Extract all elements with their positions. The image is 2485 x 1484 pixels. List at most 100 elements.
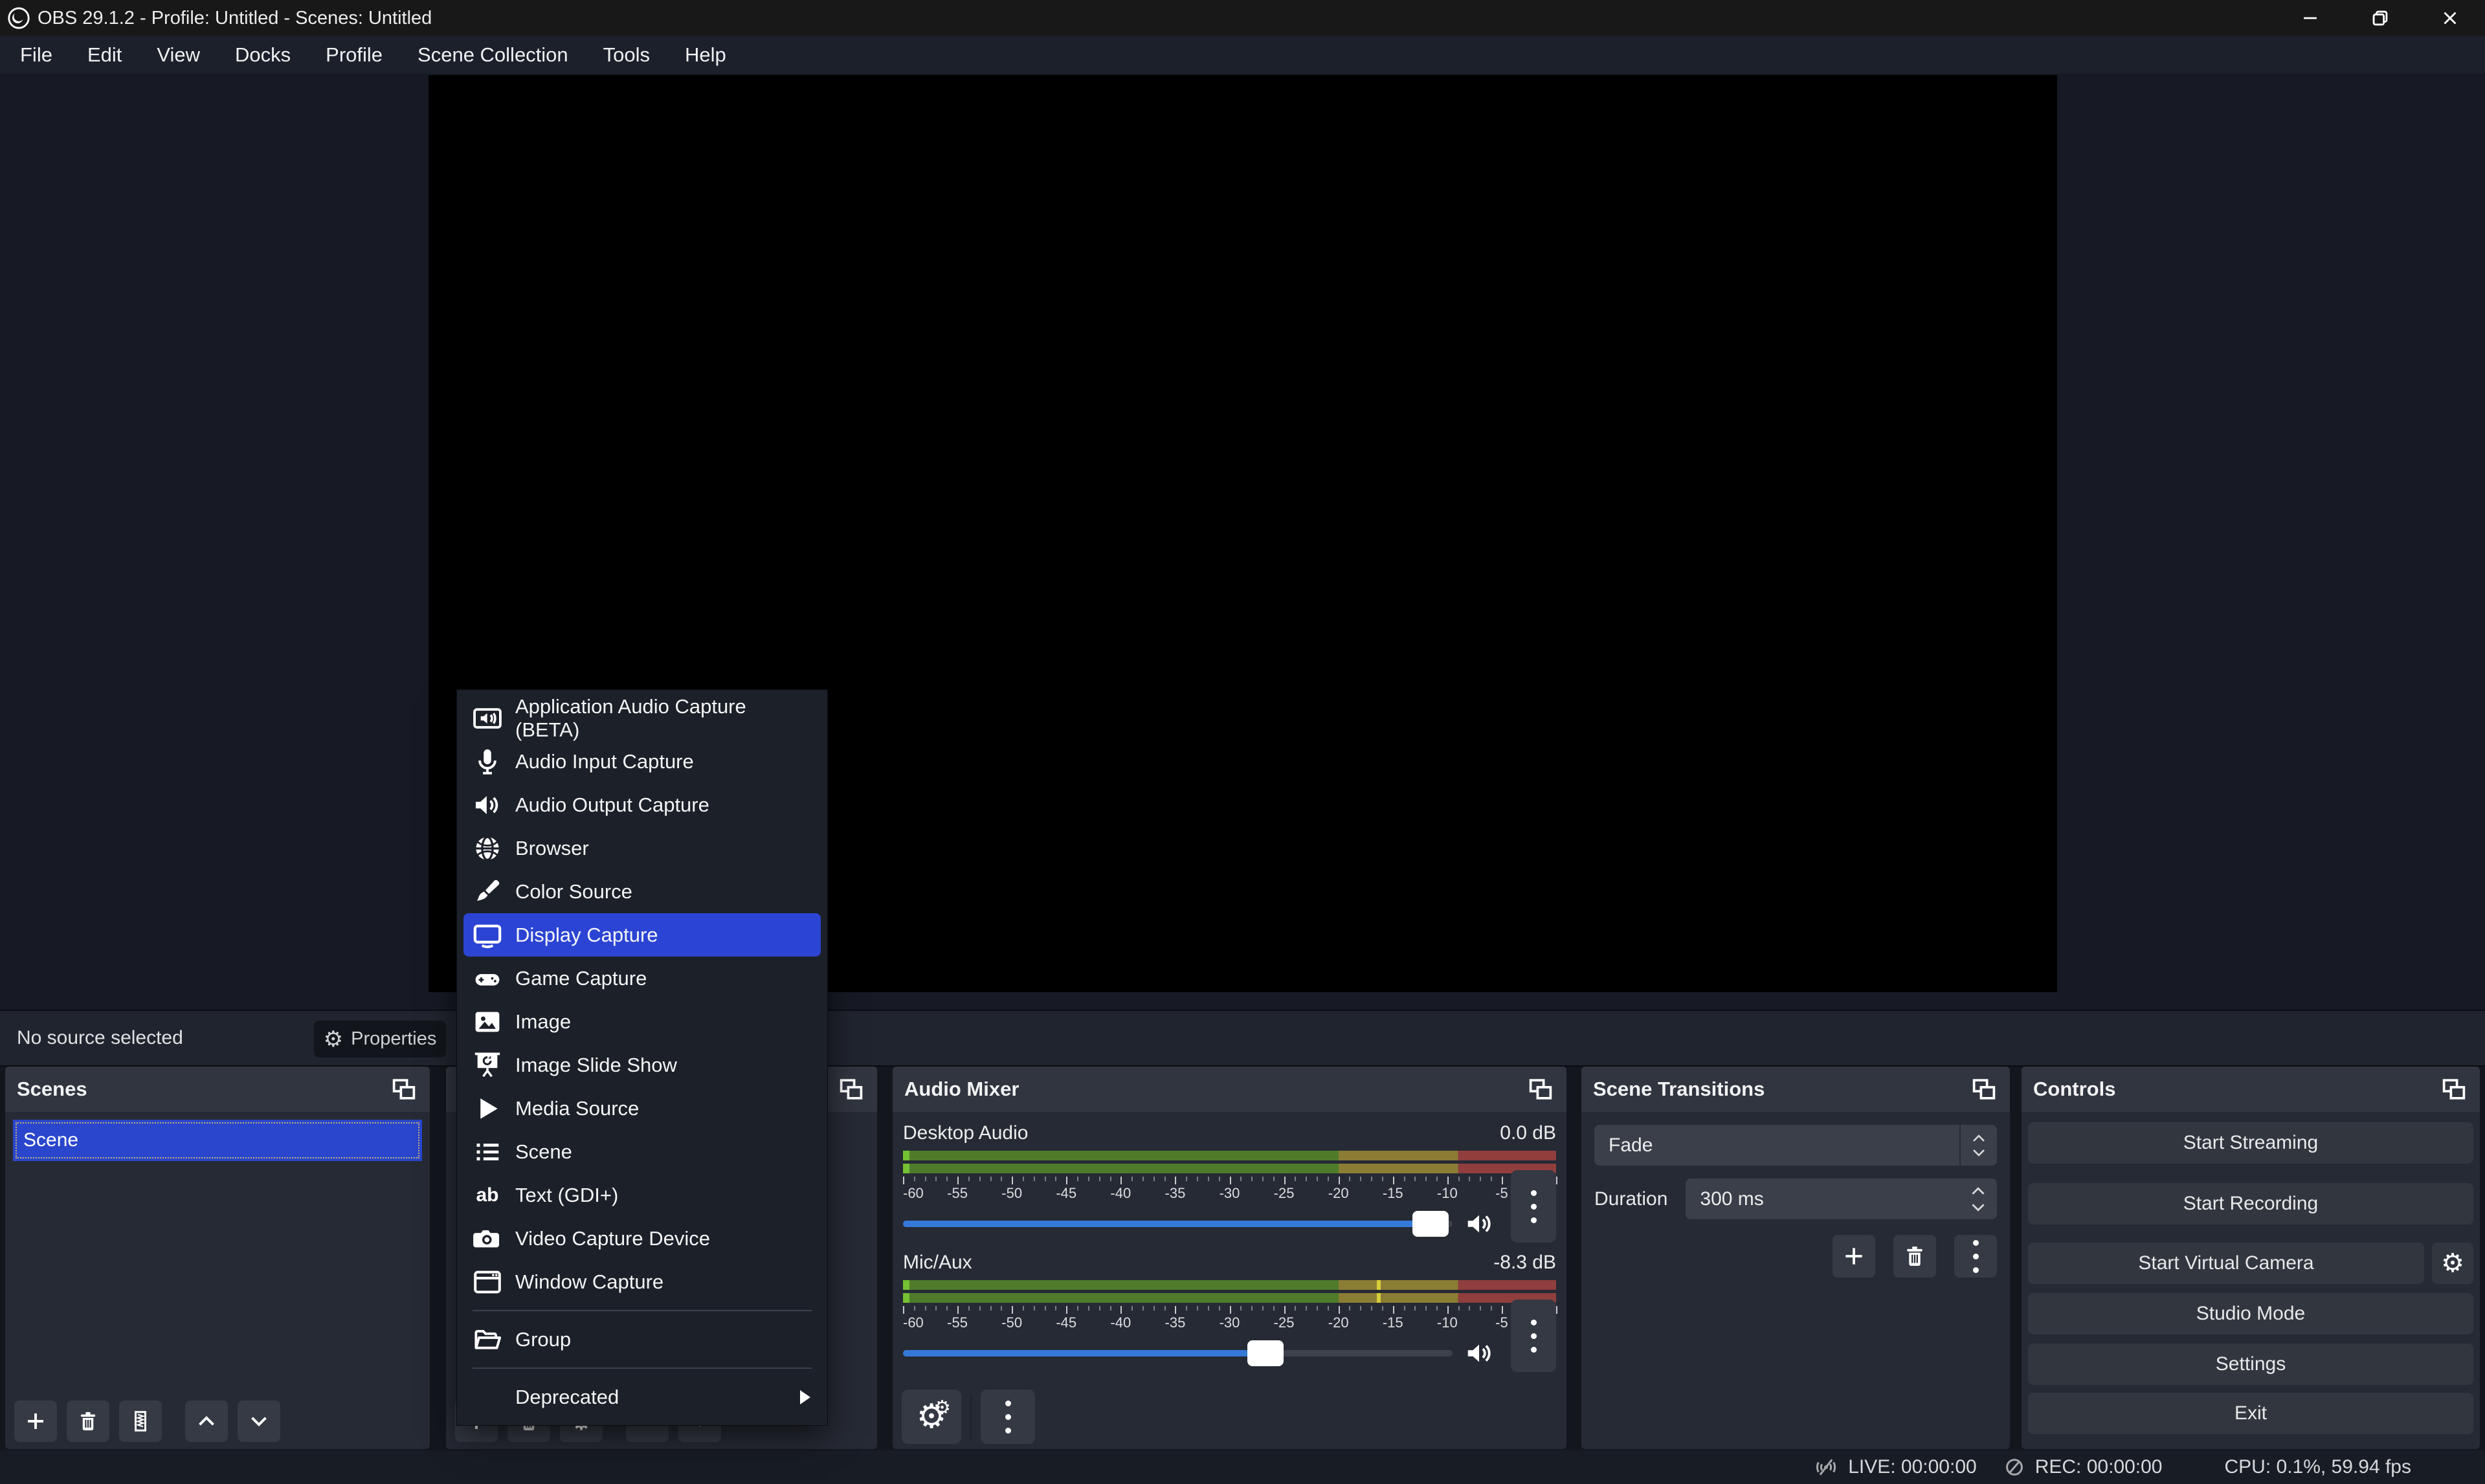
menu-item-text-gdi[interactable]: ab Text (GDI+) — [457, 1173, 827, 1217]
menu-item-scene[interactable]: Scene — [457, 1130, 827, 1173]
live-time: LIVE: 00:00:00 — [1848, 1456, 1977, 1478]
minimize-button[interactable] — [2275, 0, 2345, 36]
paintbrush-icon — [473, 877, 502, 907]
scenes-panel: Scenes Scene — [5, 1067, 430, 1449]
scene-transitions-title: Scene Transitions — [1593, 1078, 1765, 1101]
mixer-channel-desktop-audio: Desktop Audio 0.0 dB -60-55-50-45-40-35-… — [903, 1122, 1556, 1243]
menu-separator — [473, 1310, 812, 1311]
submenu-arrow-icon — [800, 1390, 810, 1404]
channel-name: Desktop Audio — [903, 1122, 1028, 1144]
slideshow-icon — [473, 1050, 502, 1080]
menu-item-image-slide-show[interactable]: Image Slide Show — [457, 1043, 827, 1087]
add-transition-button[interactable] — [1833, 1235, 1875, 1278]
menu-item-video-capture-device[interactable]: Video Capture Device — [457, 1217, 827, 1260]
transition-actions — [1594, 1235, 1997, 1278]
menu-item-audio-output-capture[interactable]: Audio Output Capture — [457, 783, 827, 826]
gear-icon: ⚙ — [2441, 1248, 2464, 1278]
remove-scene-button[interactable] — [67, 1401, 109, 1442]
menu-docks[interactable]: Docks — [217, 36, 308, 74]
folder-icon — [473, 1325, 502, 1355]
preview-area — [0, 74, 2485, 1010]
duration-label: Duration — [1594, 1188, 1667, 1210]
scene-list-item[interactable]: Scene — [13, 1120, 422, 1161]
popout-dock-icon[interactable] — [2440, 1075, 2468, 1103]
scene-filters-button[interactable] — [119, 1401, 162, 1442]
scenes-panel-header: Scenes — [5, 1067, 430, 1112]
kebab-icon — [1005, 1401, 1011, 1434]
remove-transition-button[interactable] — [1893, 1235, 1936, 1278]
mute-speaker-icon[interactable] — [1464, 1209, 1494, 1239]
volume-slider[interactable] — [903, 1221, 1453, 1227]
menu-item-display-capture[interactable]: Display Capture — [463, 913, 821, 957]
close-button[interactable] — [2415, 0, 2485, 36]
virtual-camera-settings-button[interactable]: ⚙ — [2432, 1243, 2473, 1284]
mixer-channel-mic-aux: Mic/Aux -8.3 dB -60-55-50-45-40-35-30-25… — [903, 1252, 1556, 1372]
move-scene-up-button[interactable] — [185, 1401, 228, 1442]
volume-slider-handle[interactable] — [1412, 1211, 1449, 1237]
text-ab-icon: ab — [473, 1180, 502, 1210]
advanced-audio-properties-button[interactable]: ⚙ ⚙ — [902, 1390, 961, 1444]
menu-item-audio-input-capture[interactable]: Audio Input Capture — [457, 740, 827, 783]
menu-item-browser[interactable]: Browser — [457, 826, 827, 870]
menu-item-group[interactable]: Group — [457, 1318, 827, 1361]
exit-button[interactable]: Exit — [2028, 1393, 2473, 1434]
mute-speaker-icon[interactable] — [1464, 1338, 1494, 1368]
controls-title: Controls — [2033, 1078, 2115, 1101]
status-bar: LIVE: 00:00:00 REC: 00:00:00 CPU: 0.1%, … — [0, 1450, 2485, 1484]
properties-button[interactable]: ⚙ Properties — [314, 1021, 446, 1058]
move-scene-down-button[interactable] — [238, 1401, 280, 1442]
cpu-fps-stats: CPU: 0.1%, 59.94 fps — [2225, 1456, 2412, 1478]
volume-slider-handle[interactable] — [1247, 1340, 1284, 1366]
start-recording-button[interactable]: Start Recording — [2028, 1183, 2473, 1224]
channel-options-button[interactable] — [1511, 1300, 1556, 1372]
settings-button[interactable]: Settings — [2028, 1344, 2473, 1385]
popout-dock-icon[interactable] — [390, 1075, 418, 1103]
menu-file[interactable]: File — [3, 36, 70, 74]
record-inactive-icon — [2003, 1456, 2026, 1479]
channel-db-value: -8.3 dB — [1493, 1252, 1556, 1274]
window-icon — [473, 1267, 502, 1297]
popout-dock-icon[interactable] — [1526, 1075, 1555, 1103]
restore-button[interactable] — [2345, 0, 2415, 36]
duration-input[interactable]: 300 ms — [1686, 1179, 1997, 1219]
menu-item-color-source[interactable]: Color Source — [457, 870, 827, 913]
duration-spinner[interactable] — [1970, 1179, 1987, 1219]
menu-item-game-capture[interactable]: Game Capture — [457, 957, 827, 1000]
mixer-toolbar: ⚙ ⚙ — [893, 1384, 1566, 1449]
window-controls — [2275, 0, 2485, 36]
menu-edit[interactable]: Edit — [70, 36, 139, 74]
play-icon — [473, 1094, 502, 1124]
scene-transitions-header: Scene Transitions — [1581, 1067, 2010, 1112]
menu-view[interactable]: View — [139, 36, 217, 74]
meter-scale: -60-55-50-45-40-35-30-25-20-15-10-50 — [903, 1306, 1556, 1334]
channel-options-button[interactable] — [1511, 1170, 1556, 1243]
image-icon — [473, 1007, 502, 1037]
audio-mixer-panel: Audio Mixer Desktop Audio 0.0 dB — [893, 1067, 1566, 1449]
menu-item-window-capture[interactable]: Window Capture — [457, 1260, 827, 1303]
menu-item-media-source[interactable]: Media Source — [457, 1087, 827, 1130]
add-source-menu: Application Audio Capture (BETA) Audio I… — [456, 689, 828, 1426]
transition-select[interactable]: Fade — [1594, 1125, 1997, 1166]
menu-item-image[interactable]: Image — [457, 1000, 827, 1043]
menu-help[interactable]: Help — [667, 36, 744, 74]
start-streaming-button[interactable]: Start Streaming — [2028, 1122, 2473, 1164]
mixer-options-button[interactable] — [981, 1390, 1035, 1444]
transition-options-button[interactable] — [1954, 1235, 1997, 1278]
channel-name: Mic/Aux — [903, 1252, 972, 1274]
popout-dock-icon[interactable] — [837, 1075, 865, 1103]
menu-item-application-audio-capture[interactable]: Application Audio Capture (BETA) — [457, 696, 827, 740]
scenes-panel-title: Scenes — [17, 1078, 87, 1101]
start-virtual-camera-button[interactable]: Start Virtual Camera — [2028, 1243, 2424, 1284]
volume-slider[interactable] — [903, 1350, 1453, 1357]
add-scene-button[interactable] — [14, 1401, 57, 1442]
gear-icon: ⚙ — [324, 1026, 343, 1052]
popout-dock-icon[interactable] — [1970, 1075, 1998, 1103]
transition-select-spinner[interactable] — [1959, 1125, 1997, 1166]
list-icon — [473, 1137, 502, 1167]
menu-scene-collection[interactable]: Scene Collection — [400, 36, 586, 74]
menu-tools[interactable]: Tools — [586, 36, 667, 74]
studio-mode-button[interactable]: Studio Mode — [2028, 1293, 2473, 1334]
menu-profile[interactable]: Profile — [308, 36, 400, 74]
volume-slider-row — [903, 1205, 1556, 1243]
menu-item-deprecated[interactable]: Deprecated — [457, 1375, 827, 1419]
